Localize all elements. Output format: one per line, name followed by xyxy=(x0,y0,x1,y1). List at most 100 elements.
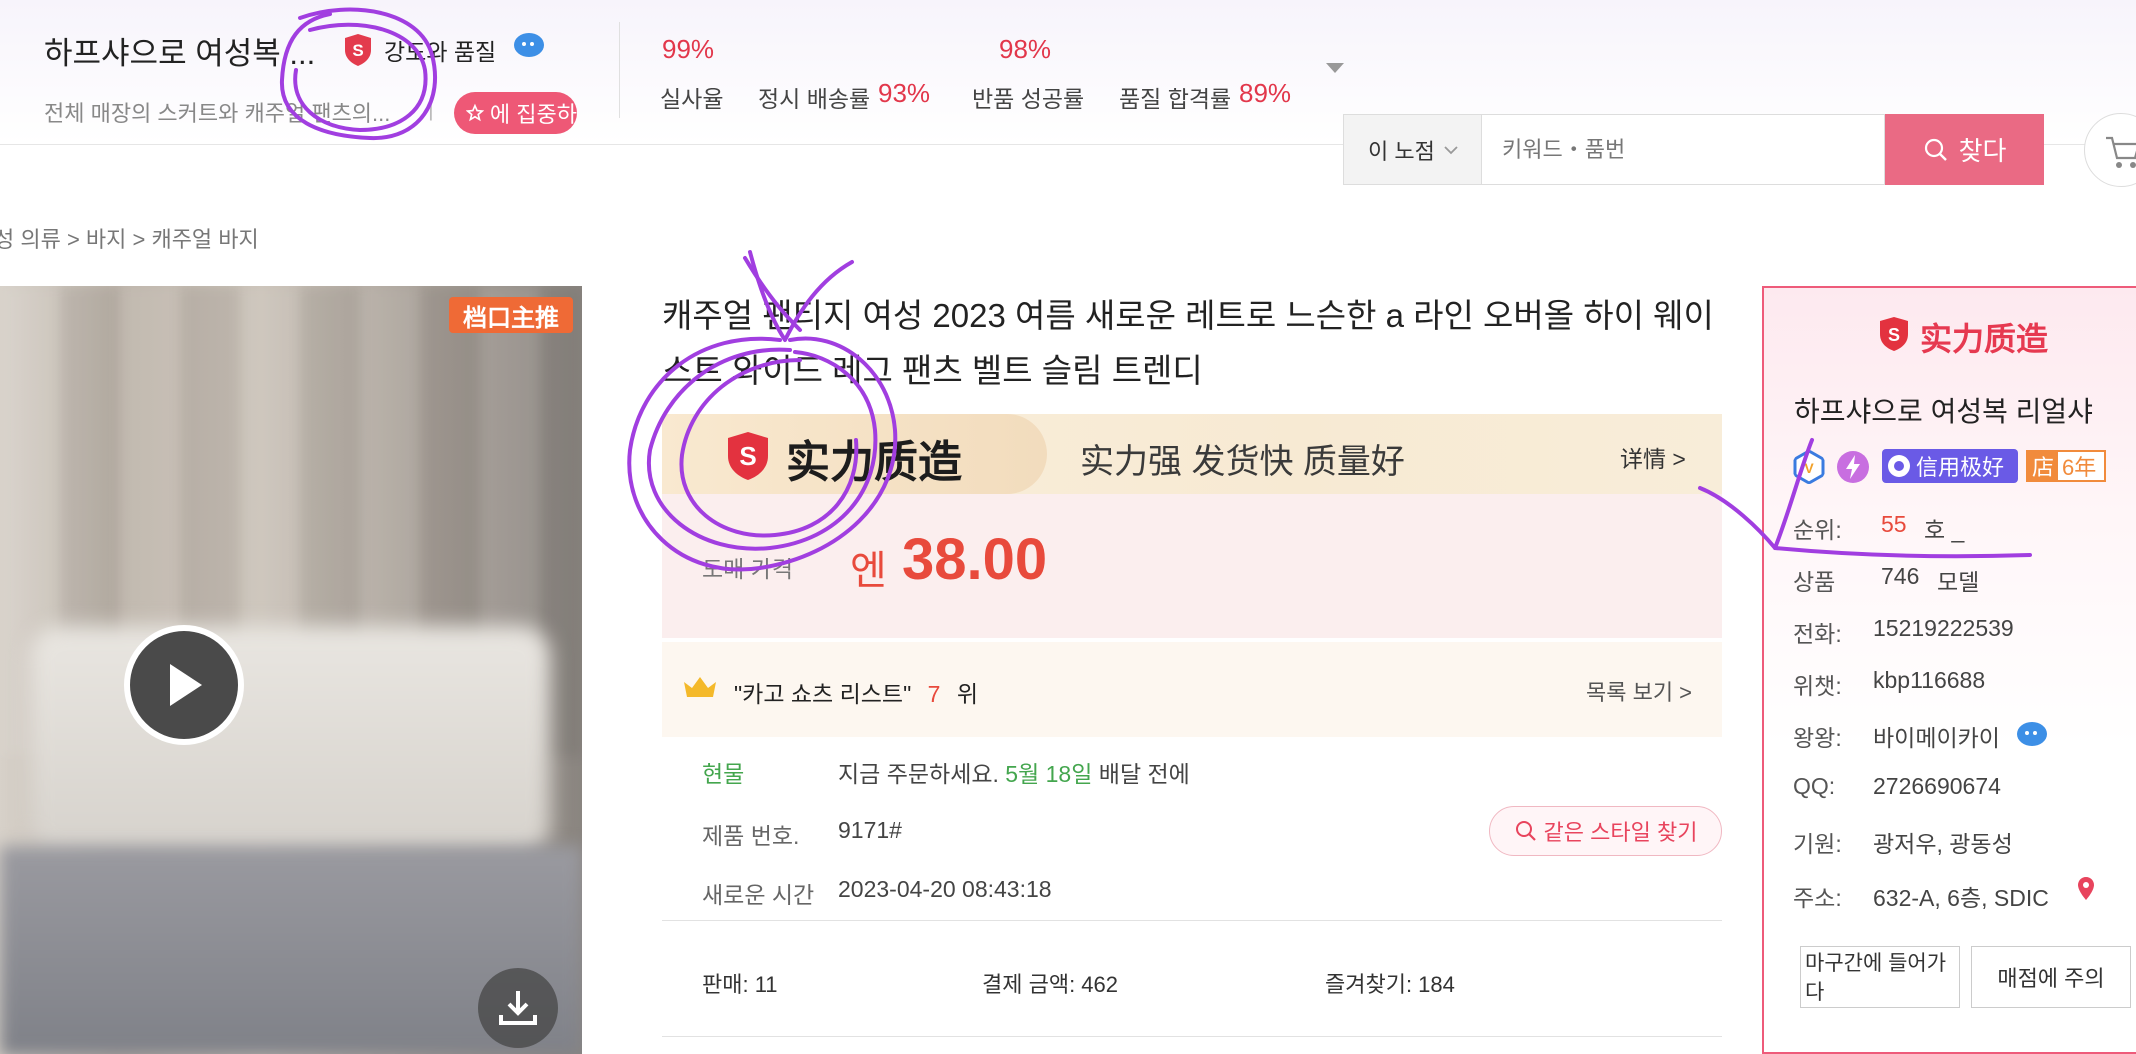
banner-slogan: 实力强 发货快 质量好 xyxy=(1080,443,1405,481)
products-value: 746 xyxy=(1881,563,1920,589)
rank-label: 순위: xyxy=(1793,517,1842,543)
currency: 엔 xyxy=(850,549,887,593)
wechat-value: kbp116688 xyxy=(1873,667,1986,693)
breadcrumb[interactable]: 성 의류 > 바지 > 캐주얼 바지 xyxy=(0,222,259,254)
shop-subtitle: 전체 매장의 스커트와 캐주얼 팬츠의... xyxy=(44,101,391,126)
search-icon xyxy=(1515,821,1536,841)
address-label: 주소: xyxy=(1793,885,1842,911)
origin-label: 기원: xyxy=(1793,831,1842,857)
enter-shop-button[interactable]: 마구간에 들어가다 xyxy=(1800,946,1960,1008)
address-value: 632-A, 6층, SDIC xyxy=(1873,885,2049,911)
years-prefix: 店 xyxy=(2028,452,2059,480)
rank-value: 55 xyxy=(1881,511,1907,537)
price-box: 도매 가격 엔 38.00 xyxy=(662,494,1722,638)
origin-value: 광저우, 광동성 xyxy=(1873,831,2013,857)
view-list-link[interactable]: 목록 보기 > xyxy=(1586,675,1692,707)
svg-text:S: S xyxy=(352,41,363,60)
svg-text:V: V xyxy=(1804,460,1814,476)
price-value: 38.00 xyxy=(902,527,1048,592)
products-label: 상품 xyxy=(1793,569,1836,595)
download-button[interactable] xyxy=(478,968,558,1048)
star-icon xyxy=(466,103,484,122)
search-input[interactable] xyxy=(1482,114,1885,185)
chevron-down-icon xyxy=(1444,145,1458,154)
years-value: 6年 xyxy=(2062,455,2097,480)
search-button[interactable]: 찾다 xyxy=(1885,114,2044,185)
metric-value: 93% xyxy=(878,78,931,108)
svg-text:S: S xyxy=(739,441,756,471)
wangwang-value: 바이메이카이 xyxy=(1873,725,2000,751)
search-scope-select[interactable]: 이 노점 xyxy=(1343,114,1482,185)
product-no: 9171# xyxy=(838,817,902,843)
products-extra: 모델 xyxy=(1937,569,1980,595)
credit-label: 信用极好 xyxy=(1916,455,2005,480)
favorites-count: 즐겨찾기: 184 xyxy=(1325,972,1455,997)
phone-value: 15219222539 xyxy=(1873,615,2014,641)
featured-badge: 档口主推 xyxy=(449,297,573,333)
product-title: 캐주얼 팬티지 여성 2023 여름 새로운 레트로 느슨한 a 라인 오버올 … xyxy=(662,297,1714,389)
banner-title: 实力质造 xyxy=(786,438,962,487)
payment-amount: 결제 금액: 462 xyxy=(982,972,1119,997)
ranking-text: "카고 쇼츠 리스트" 7 위 xyxy=(734,675,978,709)
cart-icon xyxy=(2106,136,2136,168)
rank-extra: 호 _ xyxy=(1924,517,1965,543)
lifebuoy-icon xyxy=(1888,455,1910,477)
panel-title: 实力质造 xyxy=(1920,321,2049,357)
separator: | xyxy=(428,96,434,121)
stock-info: 지금 주문하세요. 5월 18일 배달 전에 xyxy=(838,755,1190,789)
wangwang-icon[interactable] xyxy=(512,30,546,60)
wechat-label: 위챗: xyxy=(1793,673,1842,699)
lightning-badge-icon xyxy=(1837,451,1869,483)
divider xyxy=(662,920,1722,921)
search-button-label: 찾다 xyxy=(1958,136,2007,166)
stock-label: 현물 xyxy=(702,761,745,787)
stock-text-after: 배달 전에 xyxy=(1098,761,1190,787)
quality-label: 강도와 품질 xyxy=(384,39,497,65)
find-same-style-button[interactable]: 같은 스타일 찾기 xyxy=(1489,806,1722,856)
product-video-thumbnail[interactable] xyxy=(0,286,582,1054)
panel-shop-name[interactable]: 하프샤으로 여성복 리얼샤 xyxy=(1794,390,2093,430)
location-pin-icon[interactable] xyxy=(2077,876,2095,902)
expand-arrow-icon[interactable] xyxy=(1326,63,1344,73)
verified-badge-icon: V xyxy=(1793,450,1825,484)
wangwang-icon[interactable] xyxy=(2015,719,2049,749)
download-icon xyxy=(499,991,537,1025)
play-button[interactable] xyxy=(124,625,244,745)
ranking-bar[interactable]: "카고 쇼츠 리스트" 7 위 목록 보기 > xyxy=(662,642,1722,737)
credit-badge: 信用极好 xyxy=(1882,449,2018,483)
crown-icon xyxy=(684,677,716,697)
ranking-suffix: 위 xyxy=(956,681,978,707)
new-time: 2023-04-20 08:43:18 xyxy=(838,876,1052,902)
follow-shop-button[interactable]: 매점에 주의 xyxy=(1971,946,2131,1008)
sales-count: 판매: 11 xyxy=(702,972,778,997)
find-same-style-label: 같은 스타일 찾기 xyxy=(1543,820,1698,845)
photo-sofa xyxy=(30,626,550,856)
play-icon xyxy=(170,664,202,706)
shop-name[interactable]: 하프샤으로 여성복 ... xyxy=(44,28,315,73)
divider xyxy=(662,1036,1722,1037)
shop-years-badge: 店 6年 xyxy=(2026,450,2106,482)
search-icon xyxy=(1924,138,1947,161)
stock-text: 지금 주문하세요. xyxy=(838,761,999,787)
metric-label: 반품 성공률 xyxy=(972,86,1085,112)
banner-details-link[interactable]: 详情 > xyxy=(1620,440,1686,474)
metric-value: 99% xyxy=(662,34,715,64)
metric-label: 품질 합격률 xyxy=(1119,86,1232,112)
focus-button[interactable]: 에 집중하 xyxy=(454,92,577,134)
shield-icon: S xyxy=(728,432,768,480)
qq-value: 2726690674 xyxy=(1873,773,2001,799)
metric-label: 정시 배송률 xyxy=(758,86,871,112)
phone-label: 전화: xyxy=(1793,621,1842,647)
quality-banner[interactable]: S 实力质造 实力强 发货快 质量好 详情 > xyxy=(662,414,1722,494)
metric-value: 89% xyxy=(1239,78,1292,108)
metric-label: 실사율 xyxy=(660,86,724,112)
divider xyxy=(619,22,620,118)
metric-value: 98% xyxy=(999,34,1052,64)
qq-label: QQ: xyxy=(1793,773,1836,799)
delivery-date: 5월 18일 xyxy=(1005,761,1093,787)
wangwang-label: 왕왕: xyxy=(1793,725,1842,751)
product-no-label: 제품 번호. xyxy=(702,823,800,849)
ranking-number: 7 xyxy=(927,681,941,707)
focus-label: 에 집중하 xyxy=(489,102,577,127)
shield-icon: S xyxy=(1880,317,1908,351)
